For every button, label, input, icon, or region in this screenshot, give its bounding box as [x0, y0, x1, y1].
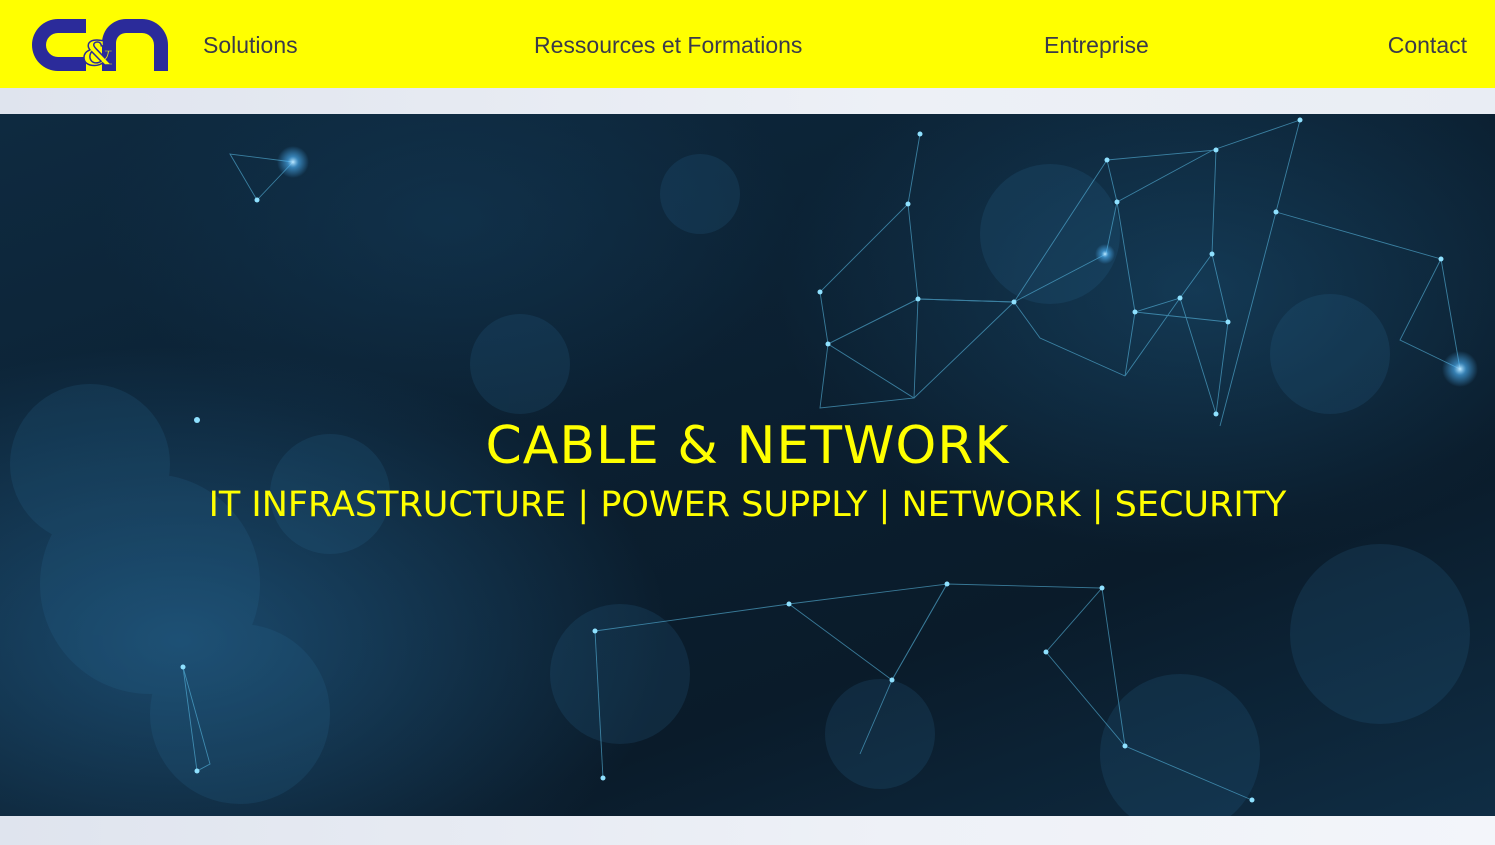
top-spacer-band — [0, 88, 1495, 114]
brand-logo[interactable]: & — [28, 13, 170, 77]
page: & Solutions Ressources et Formations Ent… — [0, 0, 1495, 845]
hero-subtitle: IT INFRASTRUCTURE | POWER SUPPLY | NETWO… — [208, 485, 1287, 525]
nav-link-solutions[interactable]: Solutions — [203, 30, 298, 60]
bottom-spacer-band — [0, 816, 1495, 845]
nav-link-contact[interactable]: Contact — [1388, 30, 1467, 60]
logo-icon: & — [32, 19, 168, 75]
top-navigation-bar: & Solutions Ressources et Formations Ent… — [0, 0, 1495, 88]
svg-text:&: & — [83, 34, 114, 74]
nav-link-entreprise[interactable]: Entreprise — [1044, 30, 1149, 60]
hero-title: CABLE & NETWORK — [485, 416, 1010, 476]
hero-banner: CABLE & NETWORK IT INFRASTRUCTURE | POWE… — [0, 114, 1495, 816]
nav-link-ressources-et-formations[interactable]: Ressources et Formations — [534, 30, 802, 60]
